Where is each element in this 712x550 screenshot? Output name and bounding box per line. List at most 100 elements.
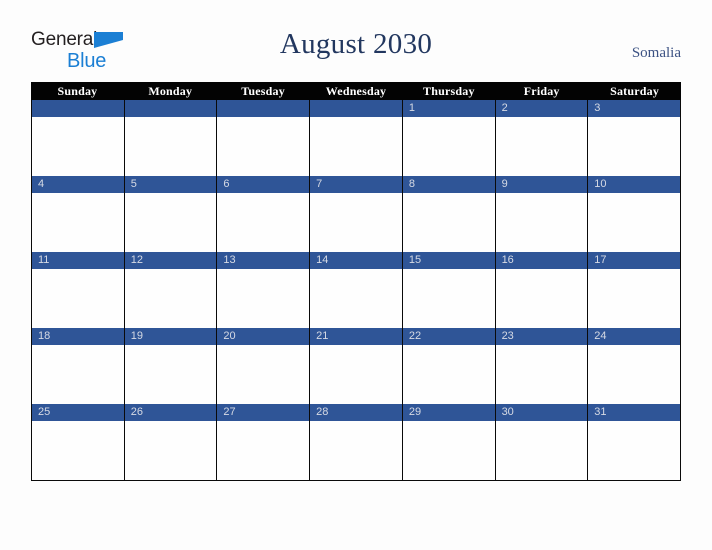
day-note-area[interactable] (32, 421, 124, 480)
day-note-area[interactable] (124, 193, 217, 252)
day-note-area[interactable] (588, 269, 680, 328)
day-note-area[interactable] (310, 193, 402, 252)
calendar-week-row: 4 5 6 7 8 9 10 (32, 176, 681, 252)
calendar-day-cell[interactable]: 8 (402, 176, 496, 252)
calendar-day-cell[interactable]: 31 (588, 404, 681, 480)
day-note-area[interactable] (495, 269, 588, 328)
day-note-area[interactable] (124, 117, 217, 176)
weekday-header-wednesday: Wednesday (325, 84, 387, 98)
calendar-day-cell[interactable]: 11 (32, 252, 125, 328)
weekday-header-tuesday: Tuesday (241, 84, 285, 98)
calendar-day-cell[interactable]: 4 (32, 176, 125, 252)
calendar-day-cell[interactable]: 14 (310, 252, 403, 328)
calendar-day-cell[interactable]: 7 (310, 176, 403, 252)
calendar-day-cell[interactable]: 20 (217, 328, 311, 404)
calendar-empty-cell[interactable] (310, 100, 403, 176)
day-note-area[interactable] (402, 345, 495, 404)
day-number-band: 3 (588, 100, 680, 117)
day-note-area[interactable] (32, 345, 124, 404)
calendar-day-cell[interactable]: 3 (588, 100, 681, 176)
calendar-day-cell[interactable]: 10 (588, 176, 681, 252)
day-number-band: 19 (124, 328, 217, 345)
calendar-day-cell[interactable]: 19 (124, 328, 218, 404)
calendar-day-cell[interactable]: 30 (495, 404, 589, 480)
weekday-header-saturday: Saturday (610, 84, 660, 98)
calendar-day-cell[interactable]: 9 (495, 176, 589, 252)
day-number: 31 (594, 406, 607, 418)
weekday-header-thursday: Thursday (423, 84, 475, 98)
day-number-band: 9 (495, 176, 588, 193)
day-number-band: 27 (217, 404, 310, 421)
day-number: 1 (408, 102, 415, 114)
calendar-day-cell[interactable]: 24 (588, 328, 681, 404)
day-note-area[interactable] (402, 117, 495, 176)
day-note-area[interactable] (217, 421, 310, 480)
calendar-day-cell[interactable]: 28 (310, 404, 403, 480)
day-note-area[interactable] (217, 193, 310, 252)
calendar-day-cell[interactable]: 26 (124, 404, 218, 480)
day-number: 23 (501, 330, 514, 342)
day-note-area[interactable] (32, 117, 124, 176)
day-note-area[interactable] (588, 345, 680, 404)
day-note-area[interactable] (124, 345, 217, 404)
day-number: 20 (223, 330, 236, 342)
day-note-area[interactable] (402, 421, 495, 480)
calendar-day-cell[interactable]: 25 (32, 404, 125, 480)
calendar-day-cell[interactable]: 22 (402, 328, 496, 404)
calendar-day-cell[interactable]: 13 (217, 252, 311, 328)
calendar-empty-cell[interactable] (124, 100, 218, 176)
calendar-day-cell[interactable]: 2 (495, 100, 589, 176)
day-number: 24 (594, 330, 607, 342)
calendar-day-cell[interactable]: 12 (124, 252, 218, 328)
day-note-area[interactable] (310, 269, 402, 328)
calendar-day-cell[interactable]: 27 (217, 404, 311, 480)
calendar-empty-cell[interactable] (32, 100, 125, 176)
day-note-area[interactable] (32, 193, 124, 252)
day-note-area[interactable] (495, 421, 588, 480)
day-note-area[interactable] (588, 193, 680, 252)
calendar-week-row: 18 19 20 21 22 23 24 (32, 328, 681, 404)
calendar-day-cell[interactable]: 1 (402, 100, 496, 176)
calendar-day-cell[interactable]: 5 (124, 176, 218, 252)
day-note-area[interactable] (217, 269, 310, 328)
day-note-area[interactable] (310, 345, 402, 404)
calendar-day-cell[interactable]: 16 (495, 252, 589, 328)
day-note-area[interactable] (124, 421, 217, 480)
day-note-area[interactable] (310, 117, 402, 176)
day-note-area[interactable] (310, 421, 402, 480)
day-note-area[interactable] (588, 421, 680, 480)
calendar-empty-cell[interactable] (217, 100, 311, 176)
day-note-area[interactable] (402, 269, 495, 328)
day-note-area[interactable] (124, 269, 217, 328)
day-note-area[interactable] (495, 345, 588, 404)
day-number: 9 (501, 178, 508, 190)
day-note-area[interactable] (402, 193, 495, 252)
day-note-area[interactable] (588, 117, 680, 176)
calendar-day-cell[interactable]: 6 (217, 176, 311, 252)
day-note-area[interactable] (495, 193, 588, 252)
day-number-band: 6 (217, 176, 310, 193)
day-number-band: 7 (310, 176, 402, 193)
day-number-band (310, 100, 402, 117)
day-number-band: 13 (217, 252, 310, 269)
day-number: 18 (38, 330, 51, 342)
calendar-weeks: 1 2 3 4 5 6 7 8 9 10 11 12 13 14 15 16 17 18 19 20 21 22 23 24 2… (31, 100, 681, 481)
calendar-day-cell[interactable]: 18 (32, 328, 125, 404)
day-note-area[interactable] (217, 345, 310, 404)
day-number: 4 (38, 178, 45, 190)
day-note-area[interactable] (32, 269, 124, 328)
day-number-band: 2 (495, 100, 588, 117)
day-number-band: 31 (588, 404, 680, 421)
calendar-day-cell[interactable]: 17 (588, 252, 681, 328)
day-number-band: 30 (495, 404, 588, 421)
day-number: 12 (130, 254, 143, 266)
day-number: 8 (408, 178, 415, 190)
day-note-area[interactable] (217, 117, 310, 176)
day-number-band: 16 (495, 252, 588, 269)
calendar-day-cell[interactable]: 15 (402, 252, 496, 328)
calendar-day-cell[interactable]: 23 (495, 328, 589, 404)
calendar-day-cell[interactable]: 29 (402, 404, 496, 480)
day-number-band: 22 (402, 328, 495, 345)
calendar-day-cell[interactable]: 21 (310, 328, 403, 404)
day-note-area[interactable] (495, 117, 588, 176)
